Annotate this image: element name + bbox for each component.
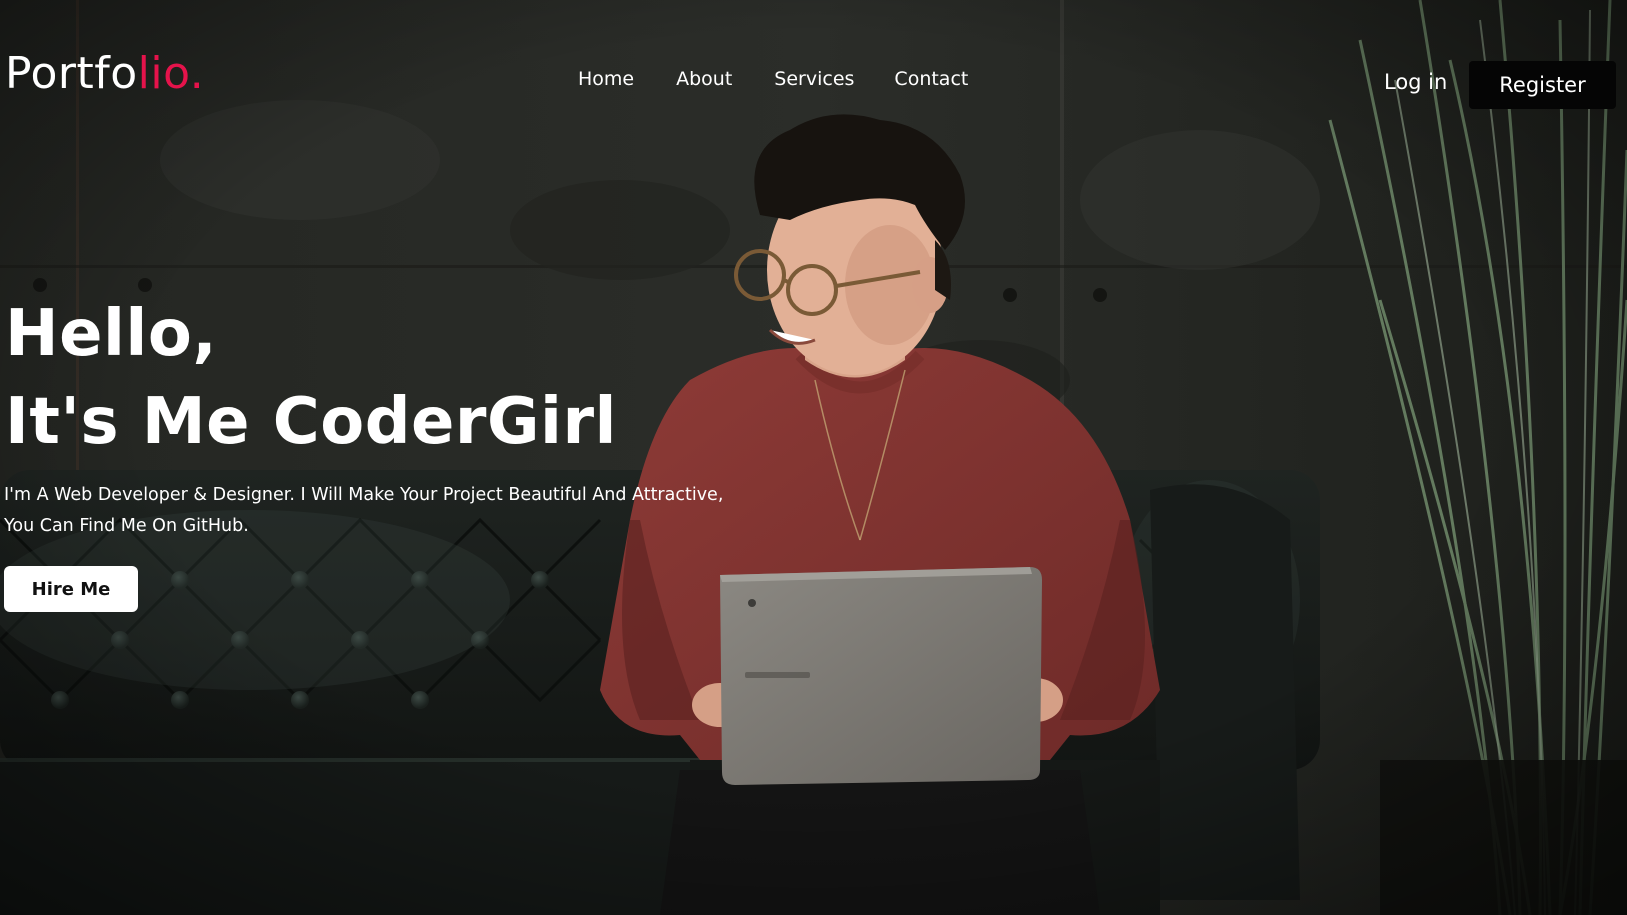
logo[interactable]: Portfolio. bbox=[5, 52, 204, 96]
hero-title-line-2: It's Me CoderGirl bbox=[5, 385, 617, 459]
hero-description-line-1: I'm A Web Developer & Designer. I Will M… bbox=[4, 485, 724, 505]
hero-title: Hello, It's Me CoderGirl bbox=[5, 290, 617, 466]
login-link[interactable]: Log in bbox=[1384, 72, 1447, 93]
hero-description: I'm A Web Developer & Designer. I Will M… bbox=[4, 480, 723, 542]
logo-text: Portfo bbox=[5, 48, 138, 99]
main-nav: Home About Services Contact bbox=[578, 70, 968, 89]
register-button[interactable]: Register bbox=[1469, 61, 1616, 109]
nav-link-home[interactable]: Home bbox=[578, 70, 634, 89]
hero-title-line-1: Hello, bbox=[5, 297, 218, 371]
logo-accent-text: lio. bbox=[137, 48, 205, 99]
hero-description-line-2: You Can Find Me On GitHub. bbox=[4, 516, 249, 536]
nav-link-contact[interactable]: Contact bbox=[894, 70, 968, 89]
hire-me-button[interactable]: Hire Me bbox=[4, 566, 138, 612]
nav-link-about[interactable]: About bbox=[676, 70, 732, 89]
nav-link-services[interactable]: Services bbox=[774, 70, 854, 89]
portfolio-page: Portfolio. Home About Services Contact L… bbox=[0, 0, 1627, 915]
